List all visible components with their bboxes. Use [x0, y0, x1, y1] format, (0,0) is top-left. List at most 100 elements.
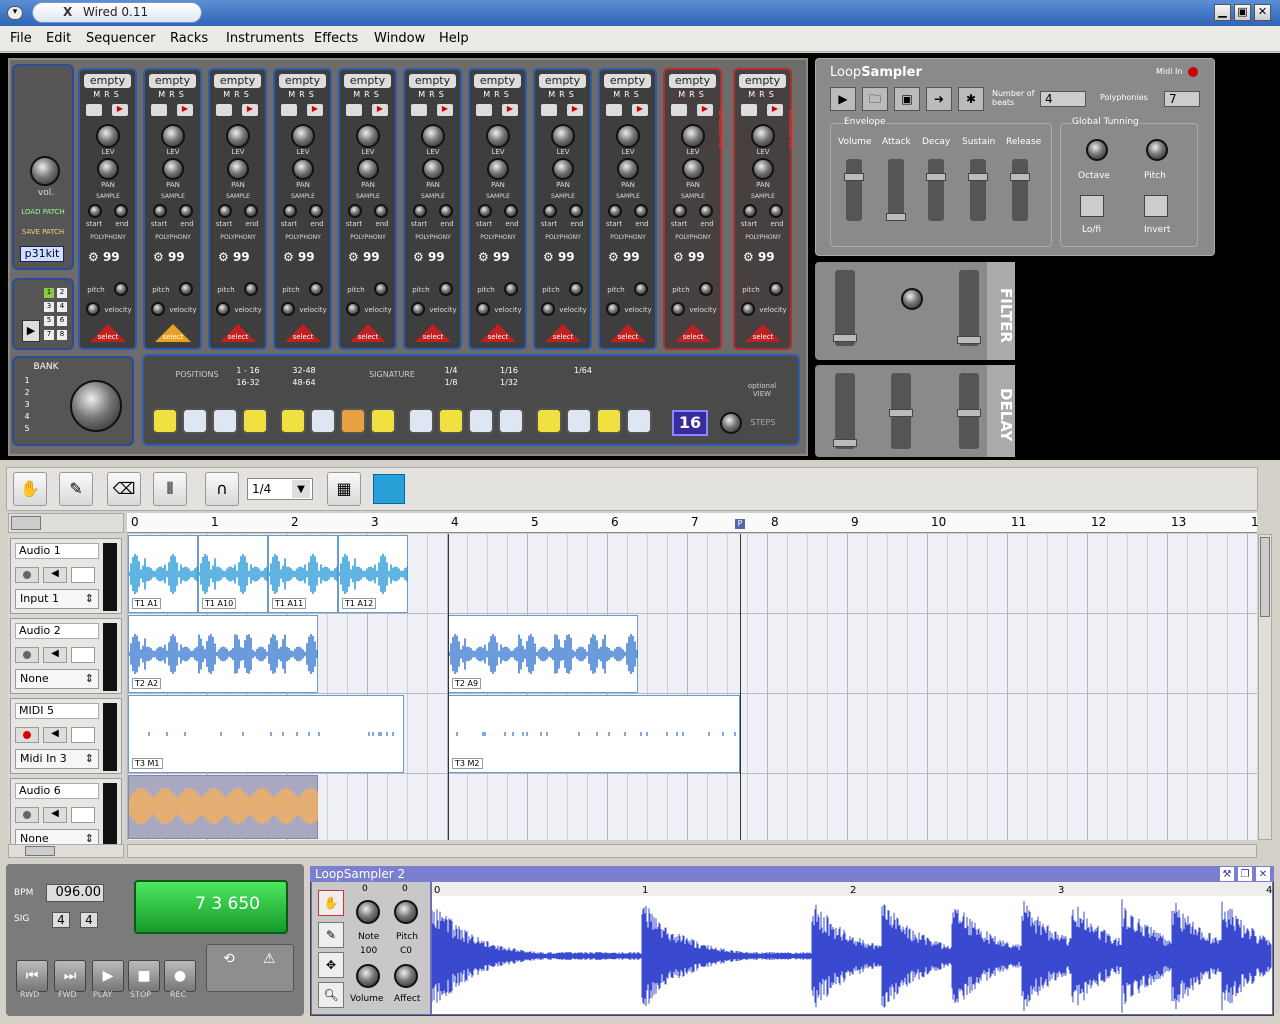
- track-color-box[interactable]: [71, 807, 95, 823]
- clip[interactable]: T1 A1: [128, 535, 198, 613]
- start-knob[interactable]: [543, 204, 557, 218]
- pitch-knob[interactable]: [394, 900, 418, 924]
- level-knob[interactable]: [616, 124, 640, 148]
- mrs-buttons[interactable]: MRS: [541, 90, 585, 99]
- filter-knob[interactable]: [901, 288, 923, 310]
- channel-name[interactable]: empty: [604, 74, 651, 88]
- polyphony-control[interactable]: ⚙ 99: [153, 250, 197, 266]
- step-button[interactable]: [566, 408, 592, 434]
- play-sample-icon[interactable]: ▶: [437, 104, 453, 116]
- menu-instruments[interactable]: Instruments: [226, 31, 304, 46]
- play-sample-icon[interactable]: ▶: [632, 104, 648, 116]
- clip[interactable]: T1 A10: [198, 535, 268, 613]
- save-icon[interactable]: ▣: [894, 87, 920, 111]
- invert-toggle[interactable]: [1144, 195, 1168, 217]
- mute-speaker-icon[interactable]: ◀: [43, 807, 67, 823]
- pencil-icon[interactable]: ✎: [318, 922, 344, 948]
- position-16-32[interactable]: 16-32: [228, 378, 268, 387]
- timeline-vscrollbar[interactable]: [1258, 534, 1272, 840]
- polyphony-control[interactable]: ⚙ 99: [413, 250, 457, 266]
- position-1-16[interactable]: 1 - 16: [228, 366, 268, 375]
- end-knob[interactable]: [504, 204, 518, 218]
- octave-knob[interactable]: [1086, 139, 1108, 161]
- level-knob[interactable]: [421, 124, 445, 148]
- pad-4[interactable]: 4: [57, 302, 67, 312]
- level-knob[interactable]: [356, 124, 380, 148]
- step-button[interactable]: [182, 408, 208, 434]
- end-knob[interactable]: [374, 204, 388, 218]
- track-color-swatch[interactable]: [373, 474, 405, 504]
- step-button[interactable]: [596, 408, 622, 434]
- play-sample-icon[interactable]: ▶: [567, 104, 583, 116]
- release-slider[interactable]: [1012, 159, 1028, 221]
- num-beats-field[interactable]: 4: [1040, 91, 1086, 107]
- start-knob[interactable]: [153, 204, 167, 218]
- pencil-tool-icon[interactable]: ✎: [59, 472, 93, 506]
- tracklist-scrollbar[interactable]: [8, 844, 124, 858]
- restore-icon[interactable]: ❐: [1238, 867, 1252, 881]
- magnet-tool-icon[interactable]: ∩: [205, 472, 239, 506]
- polyphony-control[interactable]: ⚙ 99: [743, 250, 787, 266]
- channel-name[interactable]: empty: [84, 74, 131, 88]
- playhead-marker[interactable]: P: [735, 519, 745, 529]
- load-sample-icon[interactable]: [346, 104, 362, 116]
- bank-4[interactable]: 4: [22, 412, 32, 421]
- pitch-knob[interactable]: [769, 282, 783, 296]
- step-button[interactable]: [152, 408, 178, 434]
- sig-denominator[interactable]: 4: [80, 912, 98, 928]
- velocity-knob[interactable]: [346, 302, 360, 316]
- open-folder-icon[interactable]: 🗀: [862, 87, 888, 111]
- velocity-knob[interactable]: [606, 302, 620, 316]
- bank-1[interactable]: 1: [22, 376, 32, 385]
- start-knob[interactable]: [348, 204, 362, 218]
- pitch-knob[interactable]: [179, 282, 193, 296]
- bank-5[interactable]: 5: [22, 424, 32, 433]
- start-knob[interactable]: [218, 204, 232, 218]
- mute-speaker-icon[interactable]: ◀: [43, 647, 67, 663]
- select-button[interactable]: select: [350, 324, 386, 342]
- menu-help[interactable]: Help: [439, 31, 469, 46]
- mrs-buttons[interactable]: MRS: [346, 90, 390, 99]
- step-button[interactable]: [370, 408, 396, 434]
- clip[interactable]: T2 A2: [128, 615, 318, 693]
- end-knob[interactable]: [309, 204, 323, 218]
- play-sample-icon[interactable]: ▶: [697, 104, 713, 116]
- pitch-knob[interactable]: [439, 282, 453, 296]
- select-button[interactable]: select: [285, 324, 321, 342]
- bank-2[interactable]: 2: [22, 388, 32, 397]
- window-menu-icon[interactable]: ▾: [7, 6, 23, 20]
- end-knob[interactable]: [569, 204, 583, 218]
- sig-1-16[interactable]: 1/16: [494, 366, 524, 375]
- load-sample-icon[interactable]: [541, 104, 557, 116]
- clip[interactable]: T3 M2: [448, 695, 740, 773]
- load-sample-icon[interactable]: [741, 104, 757, 116]
- velocity-knob[interactable]: [411, 302, 425, 316]
- sig-1-4[interactable]: 1/4: [436, 366, 466, 375]
- record-arm-icon[interactable]: [15, 567, 39, 583]
- pan-knob[interactable]: [487, 158, 509, 180]
- bank-3[interactable]: 3: [22, 400, 32, 409]
- affect-knob[interactable]: [394, 964, 418, 988]
- volume-slider[interactable]: [846, 159, 862, 221]
- delay-slider-1[interactable]: [835, 373, 855, 449]
- step-button[interactable]: [242, 408, 268, 434]
- clip-audio6[interactable]: [128, 775, 318, 839]
- mrs-buttons[interactable]: MRS: [86, 90, 130, 99]
- channel-name[interactable]: empty: [149, 74, 196, 88]
- channel-name[interactable]: empty: [669, 74, 716, 88]
- play-sample-icon[interactable]: ▶: [307, 104, 323, 116]
- play-sample-icon[interactable]: ▶: [242, 104, 258, 116]
- sample-waveform-view[interactable]: 01234: [432, 882, 1272, 1014]
- step-button[interactable]: [438, 408, 464, 434]
- color-palette-icon[interactable]: ▦: [327, 472, 361, 506]
- play-sample-icon[interactable]: ▶: [372, 104, 388, 116]
- end-knob[interactable]: [699, 204, 713, 218]
- save-patch-button[interactable]: SAVE PATCH: [18, 228, 68, 236]
- clip[interactable]: T1 A11: [268, 535, 338, 613]
- filter-slider-1[interactable]: [835, 270, 855, 346]
- mrs-buttons[interactable]: MRS: [151, 90, 195, 99]
- step-button[interactable]: [468, 408, 494, 434]
- hand-icon[interactable]: ✋: [318, 890, 344, 916]
- level-knob[interactable]: [751, 124, 775, 148]
- load-sample-icon[interactable]: [281, 104, 297, 116]
